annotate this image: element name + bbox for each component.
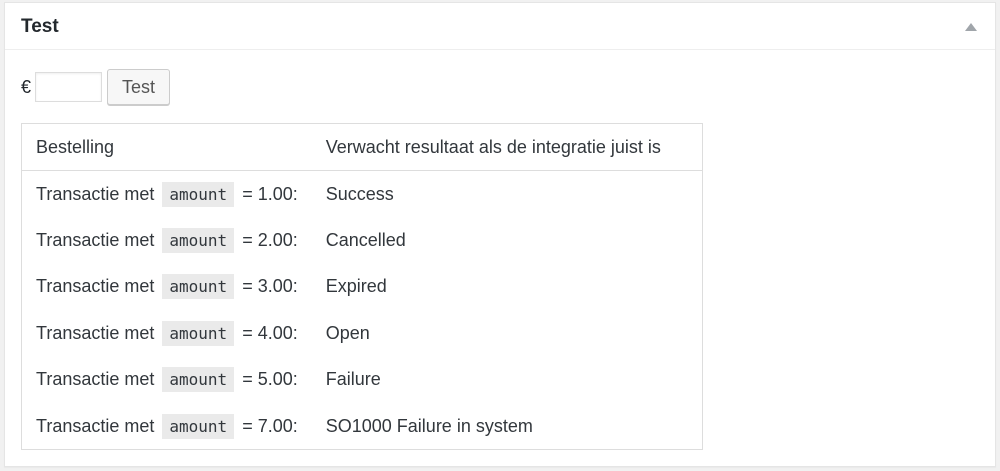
amount-input[interactable]	[35, 72, 103, 102]
result-cell: Cancelled	[325, 229, 406, 250]
results-table: Bestelling Verwacht resultaat als de int…	[21, 123, 703, 450]
test-form: € Test	[21, 69, 171, 105]
table-row: Transactie met amount = 2.00: Cancelled	[22, 217, 703, 264]
order-cell: Transactie met amount = 5.00:	[22, 357, 312, 404]
order-cell: Transactie met amount = 7.00:	[22, 403, 312, 450]
table-row: Transactie met amount = 7.00: SO1000 Fai…	[22, 403, 703, 450]
postbox-header[interactable]: Test	[5, 3, 995, 50]
order-suffix: = 5.00:	[242, 369, 298, 390]
order-suffix: = 1.00:	[242, 183, 298, 204]
table-row: Transactie met amount = 4.00: Open	[22, 310, 703, 357]
table-row: Transactie met amount = 1.00: Success	[22, 171, 703, 218]
toggle-arrow-icon[interactable]	[961, 19, 981, 35]
amount-code: amount	[162, 181, 235, 207]
result-cell: Success	[325, 183, 394, 204]
order-cell: Transactie met amount = 1.00:	[22, 171, 312, 218]
column-header-order: Bestelling	[21, 123, 312, 171]
test-postbox: Test € Test Bestelling Verwacht resultaa…	[4, 2, 996, 467]
postbox-title: Test	[21, 16, 59, 37]
amount-code: amount	[162, 413, 235, 439]
order-prefix: Transactie met	[36, 322, 155, 343]
order-suffix: = 7.00:	[242, 415, 298, 436]
order-cell: Transactie met amount = 3.00:	[22, 264, 312, 311]
order-prefix: Transactie met	[36, 276, 155, 297]
result-cell: Open	[325, 322, 370, 343]
order-prefix: Transactie met	[36, 369, 155, 390]
result-cell: Failure	[325, 369, 381, 390]
table-row: Transactie met amount = 3.00: Expired	[22, 264, 703, 311]
currency-symbol: €	[21, 76, 32, 97]
amount-code: amount	[162, 274, 235, 300]
order-prefix: Transactie met	[36, 183, 155, 204]
order-suffix: = 4.00:	[242, 322, 298, 343]
order-cell: Transactie met amount = 2.00:	[22, 217, 312, 264]
order-cell: Transactie met amount = 4.00:	[22, 310, 312, 357]
result-cell: Expired	[325, 276, 387, 297]
result-cell: SO1000 Failure in system	[325, 415, 533, 436]
order-prefix: Transactie met	[36, 415, 155, 436]
amount-code: amount	[162, 367, 235, 393]
order-suffix: = 3.00:	[242, 276, 298, 297]
column-header-expected-result: Verwacht resultaat als de integratie jui…	[311, 123, 703, 171]
order-prefix: Transactie met	[36, 229, 155, 250]
order-suffix: = 2.00:	[242, 229, 298, 250]
table-row: Transactie met amount = 5.00: Failure	[22, 357, 703, 404]
test-button[interactable]: Test	[107, 69, 171, 105]
amount-code: amount	[162, 320, 235, 346]
amount-code: amount	[162, 227, 235, 253]
table-header-row: Bestelling Verwacht resultaat als de int…	[21, 123, 703, 171]
